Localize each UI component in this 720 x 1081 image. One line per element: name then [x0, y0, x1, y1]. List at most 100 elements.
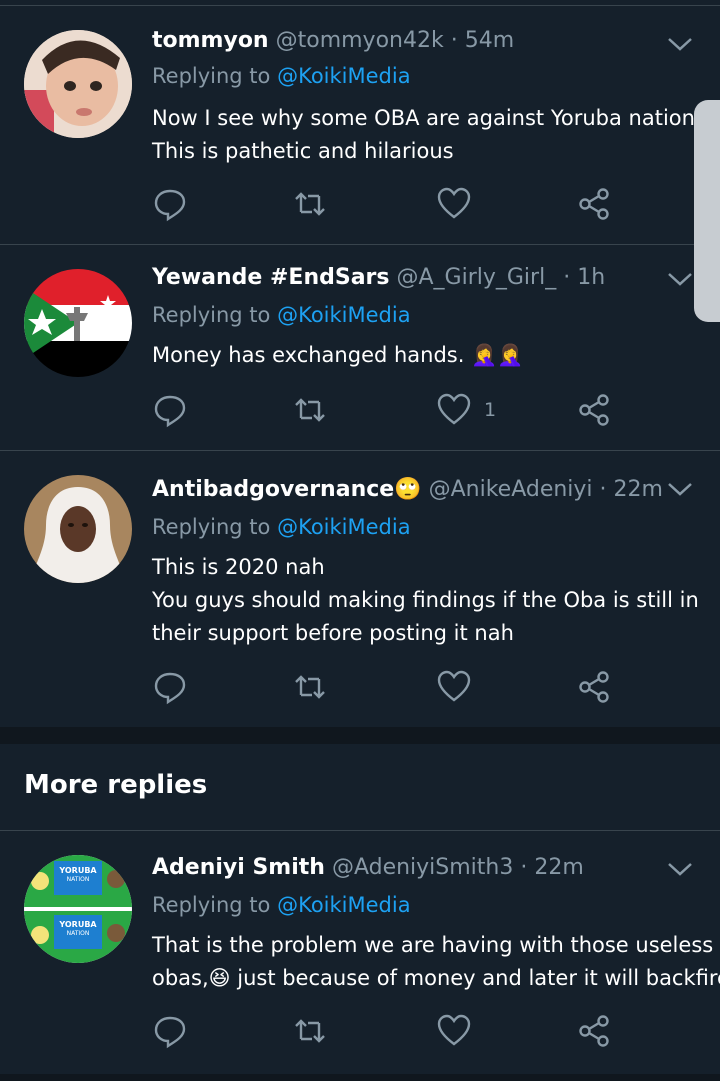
like-icon	[437, 670, 471, 702]
like-count: 1	[484, 399, 497, 421]
display-name[interactable]: Yewande #EndSars	[152, 265, 390, 290]
share-icon	[579, 1015, 609, 1047]
action-bar	[152, 1011, 622, 1051]
share-button[interactable]	[576, 390, 612, 430]
retweet-icon	[295, 192, 325, 216]
tweet-line: their support before posting it nah	[152, 621, 514, 645]
replying-to: Replying to @KoikiMedia	[152, 64, 411, 88]
like-button[interactable]: 1	[436, 390, 496, 430]
separator-dot: ·	[563, 265, 571, 290]
tweet-header: tommyon @tommyon42k · 54m	[152, 28, 514, 53]
chevron-down-icon[interactable]	[666, 479, 694, 499]
more-replies-title: More replies	[24, 770, 208, 800]
bottom-divider	[0, 1074, 720, 1081]
replying-to: Replying to @KoikiMedia	[152, 303, 411, 327]
avatar[interactable]	[24, 30, 132, 138]
retweet-icon	[295, 1019, 325, 1043]
share-button[interactable]	[576, 1011, 612, 1051]
handle[interactable]: @tommyon42k	[276, 28, 444, 53]
reply-icon	[154, 189, 186, 222]
reply-icon	[154, 672, 186, 705]
replying-to: Replying to @KoikiMedia	[152, 893, 411, 917]
section-gap	[0, 727, 720, 744]
tweet-line: That is the problem we are having with t…	[152, 933, 714, 957]
share-icon	[579, 394, 609, 426]
tweet-text: Money has exchanged hands. 🤦‍♀️🤦‍♀️	[152, 339, 692, 372]
reply-button[interactable]	[152, 667, 188, 707]
like-icon	[437, 1014, 471, 1046]
reply-button[interactable]	[152, 184, 188, 224]
tweet-4[interactable]: YORUBA NATION YORUBA NATION Adeniyi Smit…	[0, 831, 720, 1074]
tweet-2[interactable]: Yewande #EndSars @A_Girly_Girl_ · 1h Rep…	[0, 245, 720, 451]
tweet-line: Now I see why some OBA are against Yorub…	[152, 106, 702, 130]
tweet-3[interactable]: Antibadgovernance🙄 @AnikeAdeniyi · 22m R…	[0, 451, 720, 728]
timestamp[interactable]: 22m	[534, 855, 583, 880]
scrollbar-thumb[interactable]	[694, 100, 720, 322]
mention-link[interactable]: @KoikiMedia	[277, 515, 410, 539]
avatar[interactable]: YORUBA NATION YORUBA NATION	[24, 855, 132, 963]
like-button[interactable]	[436, 667, 484, 707]
svg-text:YORUBA: YORUBA	[58, 920, 97, 929]
tweet-header: Antibadgovernance🙄 @AnikeAdeniyi · 22m	[152, 477, 663, 502]
timestamp[interactable]: 54m	[465, 28, 514, 53]
mention-link[interactable]: @KoikiMedia	[277, 64, 410, 88]
like-icon	[437, 393, 471, 425]
svg-text:NATION: NATION	[67, 876, 90, 883]
separator-dot: ·	[450, 28, 458, 53]
share-icon	[579, 671, 609, 703]
replying-to: Replying to @KoikiMedia	[152, 515, 411, 539]
tweet-line: You guys should making findings if the O…	[152, 588, 699, 612]
mention-link[interactable]: @KoikiMedia	[277, 893, 410, 917]
replying-prefix: Replying to	[152, 64, 271, 88]
share-button[interactable]	[576, 667, 612, 707]
retweet-button[interactable]	[292, 390, 328, 430]
action-bar: 1	[152, 390, 622, 430]
tweet-text: That is the problem we are having with t…	[152, 929, 720, 995]
action-bar	[152, 184, 622, 224]
tweet-line: This is pathetic and hilarious	[152, 139, 454, 163]
timestamp[interactable]: 1h	[577, 265, 605, 290]
tweet-header: Yewande #EndSars @A_Girly_Girl_ · 1h	[152, 265, 605, 290]
more-replies-header: More replies	[0, 744, 720, 831]
retweet-button[interactable]	[292, 667, 328, 707]
display-name[interactable]: tommyon	[152, 28, 269, 53]
timestamp[interactable]: 22m	[614, 477, 663, 502]
reply-button[interactable]	[152, 390, 188, 430]
like-button[interactable]	[436, 1011, 484, 1051]
separator-dot: ·	[520, 855, 528, 880]
chevron-down-icon[interactable]	[666, 859, 694, 879]
retweet-button[interactable]	[292, 1011, 328, 1051]
avatar[interactable]	[24, 269, 132, 377]
retweet-icon	[295, 398, 325, 422]
tweet-1[interactable]: tommyon @tommyon42k · 54m Replying to @K…	[0, 6, 720, 245]
tweet-line: Money has exchanged hands. 🤦‍♀️🤦‍♀️	[152, 343, 524, 367]
handle[interactable]: @A_Girly_Girl_	[397, 265, 557, 290]
avatar-logo-text: YORUBA	[58, 866, 97, 875]
reply-icon	[154, 395, 186, 428]
like-icon	[437, 187, 471, 219]
handle[interactable]: @AdeniyiSmith3	[332, 855, 513, 880]
like-button[interactable]	[436, 184, 484, 224]
display-name[interactable]: Adeniyi Smith	[152, 855, 325, 880]
replying-prefix: Replying to	[152, 515, 271, 539]
separator-dot: ·	[599, 477, 607, 502]
chevron-down-icon[interactable]	[666, 269, 694, 289]
share-icon	[579, 188, 609, 220]
display-name[interactable]: Antibadgovernance🙄	[152, 477, 422, 502]
share-button[interactable]	[576, 184, 612, 224]
svg-text:NATION: NATION	[67, 930, 90, 937]
reply-button[interactable]	[152, 1011, 188, 1051]
tweet-text: Now I see why some OBA are against Yorub…	[152, 102, 702, 168]
tweet-header: Adeniyi Smith @AdeniyiSmith3 · 22m	[152, 855, 584, 880]
tweet-line: obas,😆 just because of money and later i…	[152, 966, 720, 990]
replying-prefix: Replying to	[152, 893, 271, 917]
retweet-button[interactable]	[292, 184, 328, 224]
reply-icon	[154, 1016, 186, 1049]
tweet-text: This is 2020 nah You guys should making …	[152, 551, 699, 650]
retweet-icon	[295, 675, 325, 699]
chevron-down-icon[interactable]	[666, 34, 694, 54]
mention-link[interactable]: @KoikiMedia	[277, 303, 410, 327]
action-bar	[152, 667, 622, 707]
handle[interactable]: @AnikeAdeniyi	[429, 477, 593, 502]
avatar[interactable]	[24, 475, 132, 583]
